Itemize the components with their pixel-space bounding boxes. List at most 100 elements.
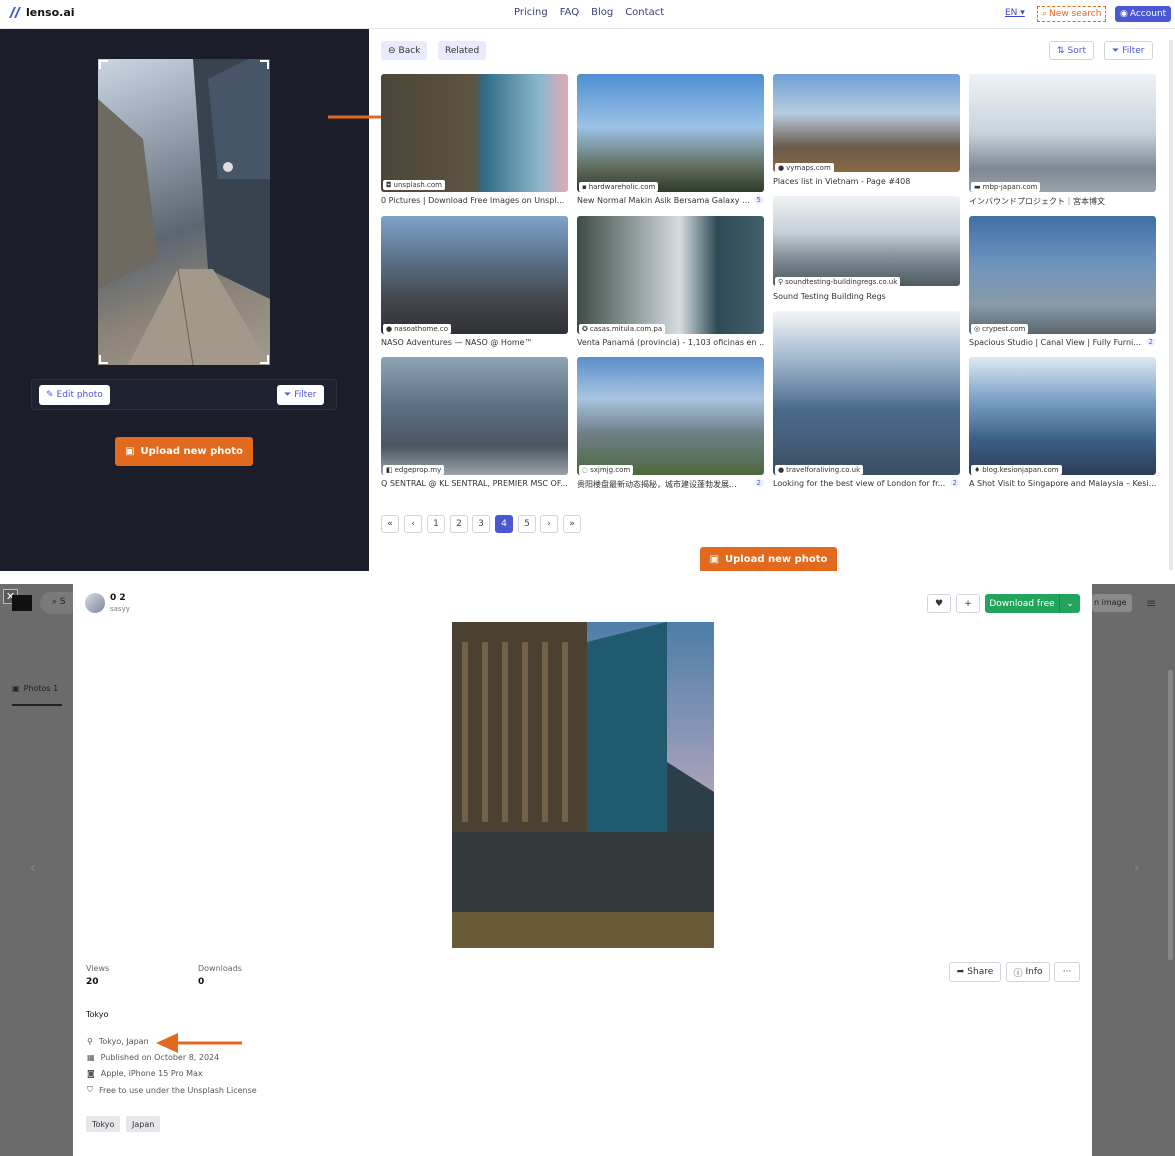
result-card[interactable]: ◘ unsplash.com 0 Pictures | Download Free… [381, 74, 568, 210]
info-button[interactable]: ⓘ Info [1006, 962, 1050, 982]
result-card[interactable]: ⚲ soundtesting-buildingregs.co.uk Sound T… [773, 196, 960, 308]
result-title[interactable]: NASO Adventures — NASO @ Home™ [381, 338, 568, 347]
result-title[interactable]: A Shot Visit to Singapore and Malaysia –… [969, 479, 1156, 488]
result-card[interactable]: ◧ edgeprop.my Q SENTRAL @ KL SENTRAL, PRE… [381, 357, 568, 493]
site-icon: ● [386, 325, 393, 333]
back-button[interactable]: ⊖ Back [381, 41, 428, 60]
nav-blog[interactable]: Blog [591, 7, 613, 18]
result-title[interactable]: Q SENTRAL @ KL SENTRAL, PREMIER MSC OF..… [381, 479, 568, 488]
result-thumbnail[interactable] [577, 74, 764, 192]
result-card[interactable]: ● travelforaliving.co.uk Looking for the … [773, 311, 960, 490]
nav-faq[interactable]: FAQ [560, 7, 579, 18]
page-first-button[interactable]: « [381, 515, 399, 533]
like-button[interactable]: ♥ [927, 594, 951, 613]
source-badge[interactable]: ⚲ soundtesting-buildingregs.co.uk [775, 277, 901, 287]
left-filter-button[interactable]: ⏷ Filter [277, 385, 324, 405]
result-card[interactable]: ● vymaps.com Places list in Vietnam - Pag… [773, 74, 960, 190]
result-card[interactable]: ◌ sxjmjg.com 贵阳楼盘最新动态揭秘，城市建设蓬勃发展... 2 [577, 357, 764, 493]
menu-icon[interactable]: ≡ [1146, 596, 1156, 610]
related-tab[interactable]: Related [438, 41, 487, 60]
result-thumbnail[interactable] [773, 74, 960, 172]
result-card[interactable]: ▪ hardwareholic.com New Normal Makin Asik… [577, 74, 764, 210]
result-thumbnail[interactable] [381, 216, 568, 334]
results-filter-button[interactable]: ⏷ Filter [1104, 41, 1153, 60]
page-button[interactable]: 2 [450, 515, 468, 533]
scrollbar[interactable] [1169, 40, 1173, 570]
source-badge[interactable]: ● travelforaliving.co.uk [775, 465, 864, 475]
source-badge[interactable]: ▪ hardwareholic.com [579, 182, 659, 192]
result-title[interactable]: Places list in Vietnam - Page #408 [773, 177, 960, 186]
source-badge[interactable]: ▬ mbp-japan.com [971, 182, 1041, 192]
avatar[interactable] [85, 593, 105, 613]
main-photo[interactable] [452, 622, 714, 948]
crop-corner[interactable] [99, 60, 108, 69]
result-title[interactable]: 贵阳楼盘最新动态揭秘，城市建设蓬勃发展... [577, 479, 755, 490]
nav-pricing[interactable]: Pricing [514, 7, 548, 18]
page-button[interactable]: 1 [427, 515, 445, 533]
unsplash-logo-icon[interactable] [12, 595, 32, 611]
edit-photo-button[interactable]: ✎ Edit photo [39, 385, 110, 405]
source-badge[interactable]: ◧ edgeprop.my [383, 465, 445, 475]
tag-tokyo[interactable]: Tokyo [86, 1116, 121, 1132]
prev-photo-icon[interactable]: ‹ [30, 860, 36, 876]
language-select[interactable]: EN ▾ [1005, 8, 1025, 18]
result-thumbnail[interactable] [969, 216, 1156, 334]
page-next-button[interactable]: › [540, 515, 558, 533]
tag-japan[interactable]: Japan [126, 1116, 161, 1132]
result-title[interactable]: New Normal Makin Asik Bersama Galaxy ... [577, 196, 755, 205]
source-badge[interactable]: ♦ blog.kesionjapan.com [971, 465, 1062, 475]
source-badge[interactable]: ● nasoathome.co [383, 324, 452, 334]
result-card[interactable]: ● nasoathome.co NASO Adventures — NASO @ … [381, 216, 568, 352]
source-badge[interactable]: ◘ unsplash.com [383, 180, 446, 190]
result-title[interactable]: Looking for the best view of London for … [773, 479, 951, 488]
result-thumbnail[interactable] [381, 74, 568, 192]
add-to-collection-button[interactable]: + [956, 594, 980, 613]
lenso-logo[interactable]: lenso.ai [9, 6, 75, 19]
crop-corner[interactable] [99, 355, 108, 364]
result-card[interactable]: ◎ crypest.com Spacious Studio | Canal Vie… [969, 216, 1156, 352]
result-thumbnail[interactable] [381, 357, 568, 475]
result-card[interactable]: ♦ blog.kesionjapan.com A Shot Visit to Si… [969, 357, 1156, 493]
result-title[interactable]: 0 Pictures | Download Free Images on Uns… [381, 196, 568, 205]
result-card[interactable]: ✪ casas.mitula.com.pa Venta Panamá (provi… [577, 216, 764, 352]
page-button[interactable]: 5 [518, 515, 536, 533]
page-button[interactable]: 3 [472, 515, 490, 533]
result-thumbnail[interactable] [969, 74, 1156, 192]
upload-new-photo-button[interactable]: ▣ Upload new photo [115, 437, 253, 466]
user-name[interactable]: 0 2 [110, 593, 126, 603]
result-thumbnail[interactable] [773, 196, 960, 286]
page-button-current[interactable]: 4 [495, 515, 513, 533]
page-prev-button[interactable]: ‹ [404, 515, 422, 533]
result-thumbnail[interactable] [577, 216, 764, 334]
source-badge[interactable]: ◎ crypest.com [971, 324, 1029, 334]
sort-button[interactable]: ⇅ Sort [1049, 41, 1094, 60]
account-button[interactable]: ◉ Account [1115, 6, 1172, 22]
location-row[interactable]: ⚲ Tokyo, Japan [87, 1037, 149, 1046]
result-thumbnail[interactable] [577, 357, 764, 475]
crop-corner[interactable] [260, 60, 269, 69]
source-badge[interactable]: ◌ sxjmjg.com [579, 465, 634, 475]
user-handle[interactable]: sasyy [110, 605, 130, 613]
more-actions-button[interactable]: ··· [1054, 962, 1080, 982]
result-card[interactable]: ▬ mbp-japan.com インバウンドプロジェクト｜宮本博文 [969, 74, 1156, 210]
result-title[interactable]: Spacious Studio | Canal View | Fully Fur… [969, 338, 1147, 347]
crop-corner[interactable] [260, 355, 269, 364]
share-button[interactable]: ➦ Share [949, 962, 1001, 982]
download-button[interactable]: Download free ⌄ [985, 594, 1080, 613]
source-badge[interactable]: ● vymaps.com [775, 163, 834, 173]
scrollbar[interactable] [1168, 670, 1173, 960]
next-photo-icon[interactable]: › [1134, 860, 1140, 876]
camera-row[interactable]: ◙ Apple, iPhone 15 Pro Max [87, 1069, 203, 1078]
result-title[interactable]: Venta Panamá (provincia) - 1,103 oficina… [577, 338, 764, 347]
result-title[interactable]: インバウンドプロジェクト｜宮本博文 [969, 196, 1156, 207]
result-title[interactable]: Sound Testing Building Regs [773, 292, 960, 301]
new-search-button[interactable]: ⌕ New search [1037, 6, 1107, 22]
upload-new-photo-button-bottom[interactable]: ▣ Upload new photo [700, 547, 837, 571]
page-last-button[interactable]: » [563, 515, 581, 533]
nav-contact[interactable]: Contact [625, 7, 664, 18]
result-thumbnail[interactable] [773, 311, 960, 475]
source-badge[interactable]: ✪ casas.mitula.com.pa [579, 324, 666, 334]
license-row[interactable]: ⛉ Free to use under the Unsplash License [87, 1085, 257, 1095]
chevron-down-icon[interactable]: ⌄ [1060, 599, 1080, 609]
result-thumbnail[interactable] [969, 357, 1156, 475]
